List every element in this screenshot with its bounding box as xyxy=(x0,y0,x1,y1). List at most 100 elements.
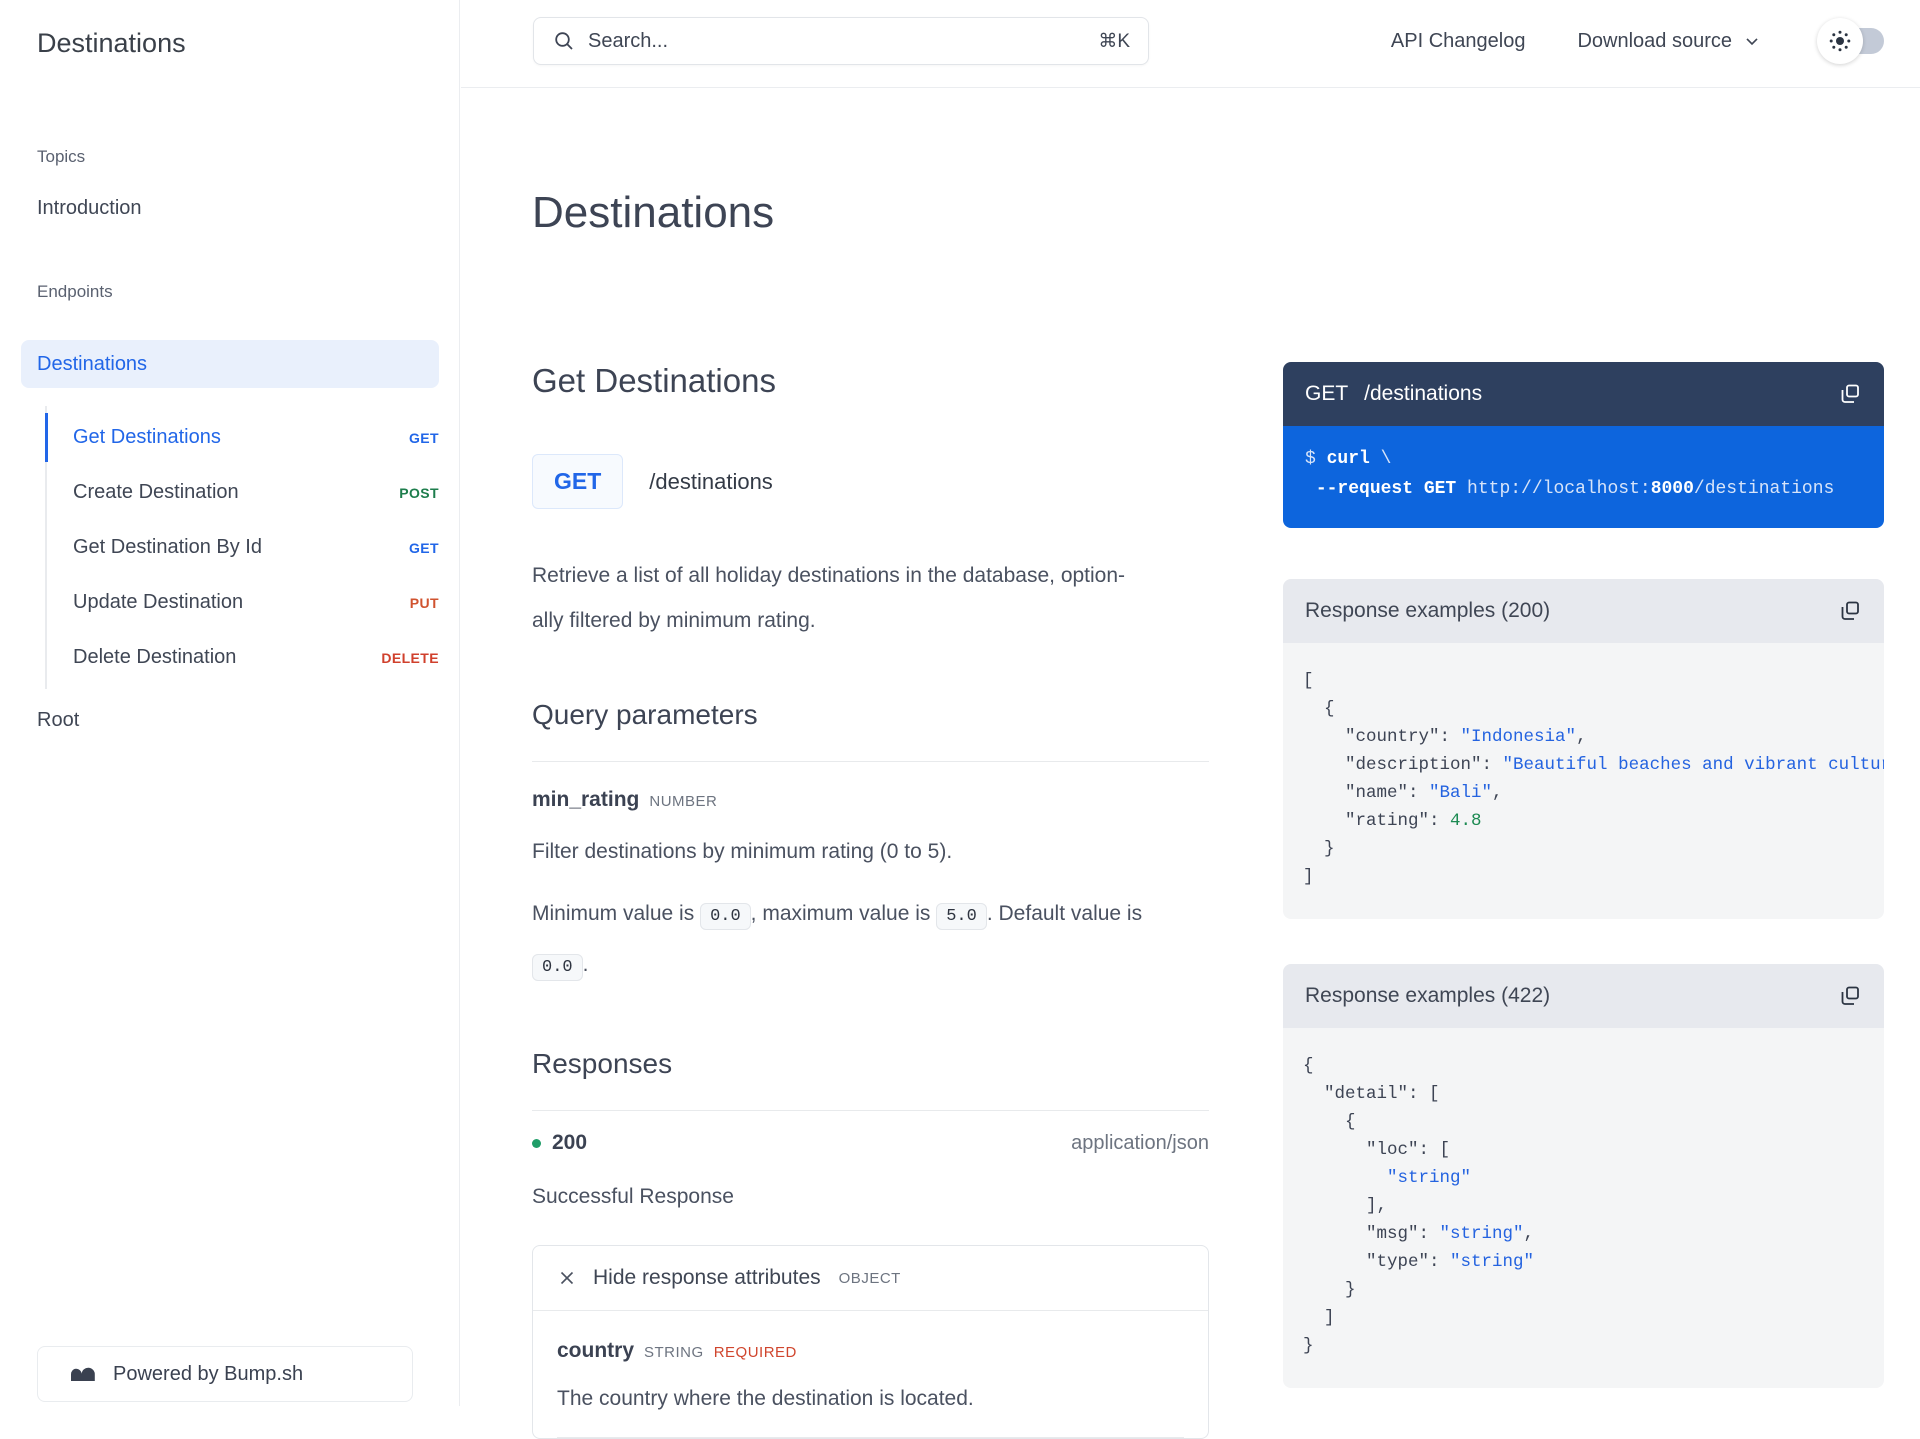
operation-description: Retrieve a list of all holiday destinati… xyxy=(532,564,1126,632)
sidebar-operation-delete-destination[interactable]: Delete Destination DELETE xyxy=(73,630,439,685)
response-example-200-card: Response examples (200) [ { "country": "… xyxy=(1283,579,1884,919)
code-line: "name": "Bali", xyxy=(1303,783,1503,803)
code-line: --request GET http://localhost:8000/dest… xyxy=(1315,479,1835,499)
code-line: { xyxy=(1303,1056,1314,1076)
code-line: ] xyxy=(1303,1308,1335,1328)
powered-by-label: Powered by Bump.sh xyxy=(113,1362,304,1385)
topbar: ⌘K API Changelog Download source xyxy=(461,0,1920,88)
operation-label: Get Destination By Id xyxy=(73,536,262,558)
attribute-description: The country where the destination is loc… xyxy=(557,1387,1184,1438)
code-line: "rating": 4.8 xyxy=(1303,811,1482,831)
sidebar-operation-get-destinations[interactable]: Get Destinations GET xyxy=(45,410,439,465)
response-example-200-header: Response examples (200) xyxy=(1283,579,1884,643)
code-line: "string" xyxy=(1387,1168,1472,1188)
sidebar-section-endpoints: Endpoints xyxy=(37,282,113,301)
code-line: "description": "Beautiful beaches and vi… xyxy=(1303,755,1884,775)
right-panel: GET /destinations $ curl \ --request GET… xyxy=(1283,88,1884,1388)
operation-method-badge: GET xyxy=(409,539,439,556)
divider xyxy=(532,1110,1209,1111)
search-icon xyxy=(552,29,576,53)
search-box[interactable]: ⌘K xyxy=(533,17,1149,65)
code-line: "loc": [ xyxy=(1303,1140,1451,1160)
search-input[interactable] xyxy=(588,29,1087,53)
attribute-name: country xyxy=(557,1339,635,1362)
response-example-422-code: { "detail": [ { "loc": [ "string" ], "ms… xyxy=(1283,1028,1884,1388)
code-line: ] xyxy=(1303,867,1314,887)
operation-label: Create Destination xyxy=(73,481,239,503)
curl-code-block: $ curl \ --request GET http://localhost:… xyxy=(1283,426,1884,528)
response-example-422-card: Response examples (422) { "detail": [ { … xyxy=(1283,964,1884,1388)
query-parameters-heading: Query parameters xyxy=(532,699,758,730)
attribute-header: country STRING REQUIRED xyxy=(557,1339,1184,1363)
operation-title: Get Destinations xyxy=(532,362,776,399)
code-line: { xyxy=(1303,699,1335,719)
endpoint-path: /destinations xyxy=(649,468,773,494)
sidebar-operation-get-destination-by-id[interactable]: Get Destination By Id GET xyxy=(73,520,439,575)
page-title: Destinations xyxy=(532,188,775,237)
response-status-row: 200 application/json xyxy=(532,1131,1209,1155)
sidebar-operations-list: Get Destinations GET Create Destination POS… xyxy=(45,406,459,689)
attribute-type: STRING xyxy=(644,1344,704,1361)
status-code: 200 xyxy=(552,1131,588,1154)
sidebar-item-introduction[interactable]: Introduction xyxy=(37,197,459,220)
sidebar-operation-create-destination[interactable]: Create Destination POST xyxy=(73,465,439,520)
attribute-row: country STRING REQUIRED The country wher… xyxy=(533,1311,1208,1438)
request-path: /destinations xyxy=(1364,382,1483,405)
sidebar-operation-update-destination[interactable]: Update Destination PUT xyxy=(73,575,439,630)
operation-method-badge: GET xyxy=(409,429,439,446)
search-shortcut: ⌘K xyxy=(1098,30,1130,52)
response-example-200-code: [ { "country": "Indonesia", "description… xyxy=(1283,643,1884,919)
request-method: GET xyxy=(1305,382,1349,405)
response-example-200-title: Response examples (200) xyxy=(1305,599,1551,622)
attribute-required-badge: REQUIRED xyxy=(713,1344,797,1361)
parameter-type: NUMBER xyxy=(649,793,718,810)
sidebar-item-destinations[interactable]: Destinations xyxy=(21,340,439,388)
theme-toggle[interactable] xyxy=(1817,18,1884,64)
api-changelog-link[interactable]: API Changelog xyxy=(1391,30,1526,53)
status-description: Successful Response xyxy=(532,1185,734,1208)
max-value-chip: 5.0 xyxy=(936,903,987,930)
code-line: ], xyxy=(1303,1196,1388,1216)
hide-attributes-toggle[interactable]: Hide response attributes OBJECT xyxy=(533,1246,1208,1311)
operation-method-badge: PUT xyxy=(409,594,439,611)
operation-label: Delete Destination xyxy=(73,646,237,668)
request-example-card: GET /destinations $ curl \ --request GET… xyxy=(1283,362,1884,528)
copy-icon[interactable] xyxy=(1838,984,1862,1008)
sidebar-item-root[interactable]: Root xyxy=(37,709,459,732)
min-value-chip: 0.0 xyxy=(700,903,751,930)
bump-logo-icon xyxy=(68,1364,98,1384)
hide-attributes-label: Hide response attributes xyxy=(593,1266,821,1289)
operation-label: Update Destination xyxy=(73,591,244,613)
copy-icon[interactable] xyxy=(1838,599,1862,623)
code-line: } xyxy=(1303,1280,1356,1300)
status-dot-icon xyxy=(532,1138,541,1148)
sidebar: Destinations Topics Introduction Endpoin… xyxy=(0,0,460,1406)
parameter-header: min_rating NUMBER xyxy=(532,788,1209,812)
sun-icon xyxy=(1828,29,1852,53)
code-line: $ curl \ xyxy=(1305,449,1392,469)
content-type: application/json xyxy=(1071,1131,1209,1154)
operation-method-badge: POST xyxy=(399,484,439,501)
code-line: { xyxy=(1303,1112,1356,1132)
response-example-422-header: Response examples (422) xyxy=(1283,964,1884,1028)
chevron-down-icon xyxy=(1742,31,1762,51)
code-line: } xyxy=(1303,839,1335,859)
code-line: "detail": [ xyxy=(1303,1084,1440,1104)
code-line: "type": "string" xyxy=(1303,1252,1535,1272)
copy-icon[interactable] xyxy=(1838,382,1862,406)
response-attributes-card: Hide response attributes OBJECT country … xyxy=(532,1245,1209,1439)
sidebar-api-title: Destinations xyxy=(37,28,186,58)
method-chip-get: GET xyxy=(532,454,624,509)
powered-by-button[interactable]: Powered by Bump.sh xyxy=(37,1346,413,1402)
code-line: [ xyxy=(1303,671,1314,691)
code-line: "country": "Indonesia", xyxy=(1303,727,1587,747)
parameter-description: Filter destinations by minimum rating (0… xyxy=(532,840,953,863)
attributes-object-type: OBJECT xyxy=(838,1269,901,1287)
divider xyxy=(532,761,1209,762)
theme-toggle-knob xyxy=(1817,18,1863,64)
request-example-header: GET /destinations xyxy=(1283,362,1884,426)
response-example-422-title: Response examples (422) xyxy=(1305,984,1551,1007)
download-source-link[interactable]: Download source xyxy=(1577,30,1762,53)
sidebar-section-topics: Topics xyxy=(37,147,86,166)
endpoint-row: GET /destinations xyxy=(532,454,1209,509)
